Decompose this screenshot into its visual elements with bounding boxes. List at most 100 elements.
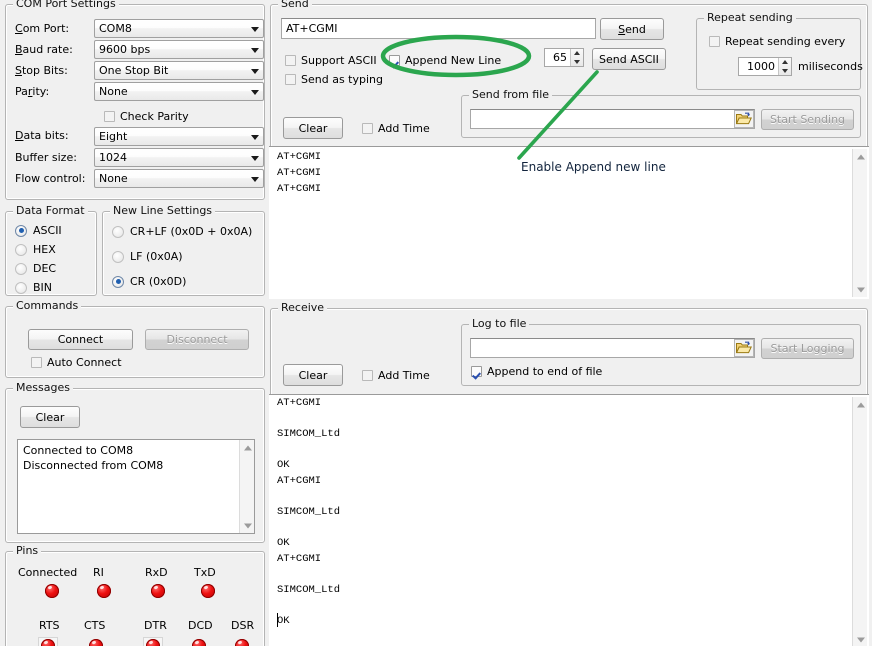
scroll-down-icon[interactable] <box>240 518 255 533</box>
repeat-sending-label: Repeat sending every <box>725 35 845 48</box>
radio-newline-crlf[interactable]: CR+LF (0x0D + 0x0A) <box>112 225 252 238</box>
checkbox-box <box>104 111 115 122</box>
pin-label-connected: Connected <box>18 566 77 580</box>
radio-label: CR (0x0D) <box>130 275 186 288</box>
send-from-file-path-input[interactable] <box>470 109 755 129</box>
radio-data-format-hex[interactable]: HEX <box>15 243 56 256</box>
stepper-buttons[interactable] <box>778 58 791 75</box>
messages-clear-button[interactable]: Clear <box>20 406 80 428</box>
pin-led-dsr <box>235 639 249 646</box>
send-from-file-browse-button[interactable] <box>734 110 754 128</box>
send-clear-button[interactable]: Clear <box>283 117 343 139</box>
scroll-down-icon[interactable] <box>853 282 868 297</box>
radio-label: CR+LF (0x0D + 0x0A) <box>130 225 252 238</box>
append-new-line-checkbox[interactable]: Append New Line <box>389 54 501 67</box>
pin-label-dcd: DCD <box>188 619 213 633</box>
checkbox-box <box>709 36 720 47</box>
auto-connect-checkbox[interactable]: Auto Connect <box>31 356 122 369</box>
pin-label-dtr: DTR <box>144 619 167 633</box>
receive-clear-button[interactable]: Clear <box>283 364 343 386</box>
log-to-file-path-input[interactable] <box>470 338 755 358</box>
pin-label-dsr: DSR <box>231 619 254 633</box>
radio-data-format-bin[interactable]: BIN <box>15 281 52 294</box>
receive-title: Receive <box>278 302 327 314</box>
start-logging-button[interactable]: Start Logging <box>761 338 854 359</box>
stepper-buttons[interactable] <box>570 49 583 66</box>
com-port-select[interactable]: COM8 <box>94 19 264 38</box>
pin-led-connected <box>45 584 59 598</box>
flow-control-select[interactable]: None <box>94 169 264 188</box>
chevron-down-icon <box>251 27 259 32</box>
pin-label-rxd: RxD <box>145 566 168 580</box>
check-parity-checkbox[interactable]: Check Parity <box>104 110 189 123</box>
log-to-file-title: Log to file <box>469 318 529 330</box>
checkbox-box <box>31 357 42 368</box>
stepper-up-icon[interactable] <box>571 49 583 58</box>
append-to-end-of-file-checkbox[interactable]: Append to end of file <box>471 365 602 378</box>
send-group: Send AT+CGMI Send Support ASCII Append N… <box>270 4 868 298</box>
stepper-up-icon[interactable] <box>779 58 791 67</box>
commands-group: Commands Connect Disconnect Auto Connect <box>5 306 265 378</box>
messages-log[interactable]: Connected to COM8 Disconnected from COM8 <box>17 439 255 534</box>
ascii-code-stepper[interactable]: 65 <box>544 48 584 67</box>
messages-scrollbar[interactable] <box>239 440 254 533</box>
send-ascii-button[interactable]: Send ASCII <box>592 48 666 70</box>
data-format-title: Data Format <box>13 205 88 217</box>
baud-rate-select[interactable]: 9600 bps <box>94 40 264 59</box>
stepper-down-icon[interactable] <box>571 58 583 67</box>
start-sending-button[interactable]: Start Sending <box>761 109 854 130</box>
send-add-time-checkbox[interactable]: Add Time <box>362 122 430 135</box>
chevron-down-icon <box>251 69 259 74</box>
stop-bits-select[interactable]: One Stop Bit <box>94 61 264 80</box>
receive-log-scrollbar[interactable] <box>852 397 867 646</box>
receive-add-time-checkbox[interactable]: Add Time <box>362 369 430 382</box>
parity-select[interactable]: None <box>94 82 264 101</box>
scroll-up-icon[interactable] <box>853 397 868 412</box>
support-ascii-checkbox[interactable]: Support ASCII <box>285 54 377 67</box>
buffer-size-select[interactable]: 1024 <box>94 148 264 167</box>
new-line-settings-group: New Line Settings CR+LF (0x0D + 0x0A) LF… <box>102 211 265 296</box>
repeat-sending-checkbox[interactable]: Repeat sending every <box>709 35 845 48</box>
send-command-value: AT+CGMI <box>286 22 338 36</box>
pin-led-cts <box>89 639 103 646</box>
parity-value: None <box>99 85 243 99</box>
connect-button[interactable]: Connect <box>28 329 133 350</box>
send-log-scrollbar[interactable] <box>852 149 867 297</box>
folder-open-icon <box>735 340 753 356</box>
radio-newline-lf[interactable]: LF (0x0A) <box>112 250 183 263</box>
messages-log-text: Connected to COM8 Disconnected from COM8 <box>23 443 234 473</box>
repeat-interval-stepper[interactable]: 1000 <box>738 57 792 76</box>
send-as-typing-checkbox[interactable]: Send as typing <box>285 73 383 86</box>
scroll-up-icon[interactable] <box>853 149 868 164</box>
com-port-settings-group: COM Port Settings Com Port: COM8 Baud ra… <box>5 4 265 200</box>
new-line-settings-title: New Line Settings <box>110 205 215 217</box>
text-caret <box>277 613 278 627</box>
data-format-group: Data Format ASCII HEX DEC BIN <box>5 211 97 296</box>
scroll-up-icon[interactable] <box>240 440 255 455</box>
send-from-file-group: Send from file Start Sending <box>461 95 861 138</box>
scroll-down-icon[interactable] <box>853 632 868 646</box>
radio-newline-cr[interactable]: CR (0x0D) <box>112 275 186 288</box>
buffer-size-label: Buffer size: <box>15 151 77 165</box>
data-bits-select[interactable]: Eight <box>94 127 264 146</box>
app-window: COM Port Settings Com Port: COM8 Baud ra… <box>0 0 872 646</box>
auto-connect-label: Auto Connect <box>47 356 122 369</box>
radio-label: HEX <box>33 243 56 256</box>
send-title: Send <box>278 0 312 10</box>
radio-data-format-dec[interactable]: DEC <box>15 262 56 275</box>
buffer-size-value: 1024 <box>99 151 243 165</box>
receive-log[interactable]: AT+CGMI SIMCOM_Ltd OK AT+CGMI SIMCOM_Ltd… <box>269 394 869 646</box>
disconnect-button[interactable]: Disconnect <box>145 329 249 350</box>
pins-title: Pins <box>13 545 41 557</box>
com-port-value: COM8 <box>99 22 243 36</box>
send-button[interactable]: Send <box>600 18 664 40</box>
stepper-down-icon[interactable] <box>779 67 791 76</box>
send-command-input[interactable]: AT+CGMI <box>281 18 596 39</box>
log-to-file-browse-button[interactable] <box>734 339 754 357</box>
radio-data-format-ascii[interactable]: ASCII <box>15 224 62 237</box>
radio-label: LF (0x0A) <box>130 250 183 263</box>
log-to-file-group: Log to file Start Logging Append to end … <box>461 324 861 386</box>
checkbox-box <box>471 366 482 377</box>
radio-box <box>112 226 124 238</box>
pin-led-dcd <box>192 639 206 646</box>
